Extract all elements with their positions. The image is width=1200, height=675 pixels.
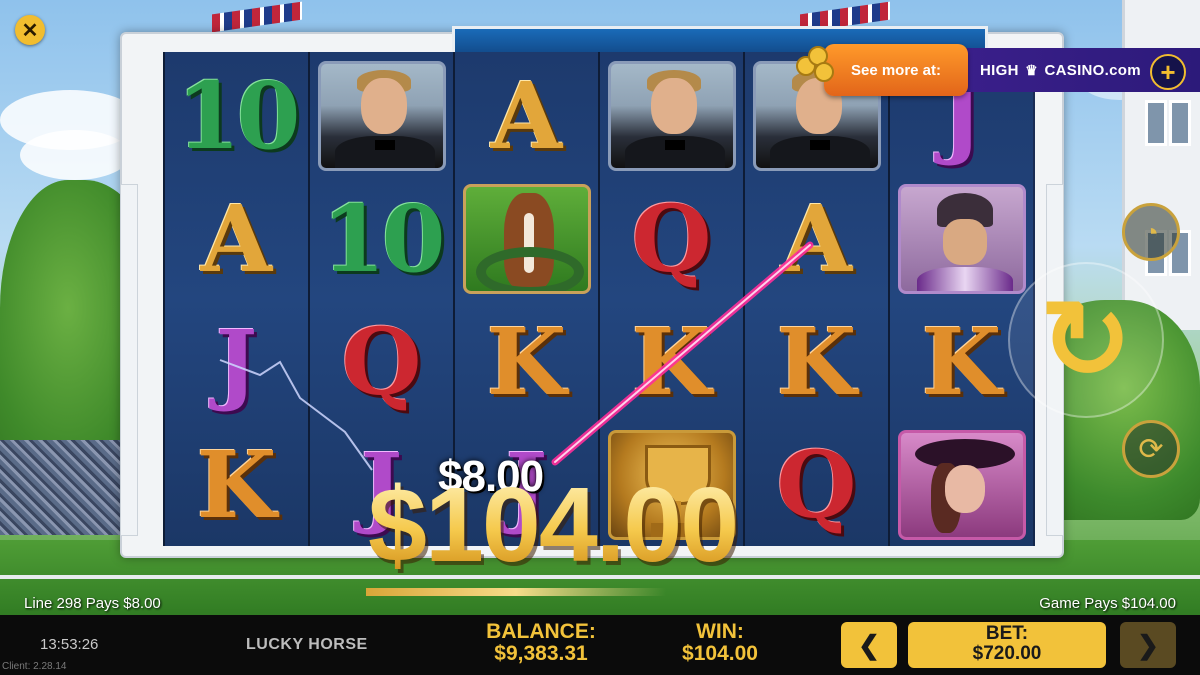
bottom-bar: 13:53:26 Client: 2.28.14 LUCKY HORSE BAL… <box>0 615 1200 675</box>
balance-value: $9,383.31 <box>494 642 588 666</box>
autoplay-button[interactable]: ⟳ <box>1122 420 1180 478</box>
symbol-text: A <box>490 62 563 170</box>
balance-label: BALANCE: <box>486 620 596 643</box>
symbol-k: K <box>602 302 741 422</box>
symbol-text: K <box>631 308 712 416</box>
symbol-q: Q <box>312 302 451 422</box>
game-title: LUCKY HORSE <box>246 636 368 653</box>
symbol-a: A <box>747 179 886 299</box>
win-underline <box>366 588 666 596</box>
win-meter: WIN: $104.00 <box>662 620 778 666</box>
jockey-icon-art <box>897 184 1026 294</box>
symbol-a: A <box>167 179 306 299</box>
portrait-man-icon <box>312 56 451 176</box>
line-pays-text: Line 298 Pays $8.00 <box>24 595 161 612</box>
balance-meter: BALANCE: $9,383.31 <box>478 620 604 666</box>
bet-increase-button[interactable]: ❯ <box>1120 622 1176 668</box>
brand-right: CASINO.com <box>1044 61 1141 79</box>
reel-6: JK <box>888 52 1033 546</box>
bet-label: BET: <box>985 623 1029 644</box>
portrait-man-icon-art <box>317 61 446 171</box>
promo-see-more-button[interactable]: See more at: <box>824 44 968 96</box>
crown-icon: ♛ <box>1025 61 1039 78</box>
symbol-text: K <box>196 431 277 539</box>
bet-decrease-button[interactable]: ❮ <box>841 622 897 668</box>
promo-brand-panel[interactable]: HIGH ♛ CASINO.com + <box>962 48 1200 92</box>
frame-pillar <box>120 184 138 536</box>
symbol-10: 10 <box>312 179 451 299</box>
spin-button[interactable]: ↻ <box>1008 262 1164 418</box>
symbol-text: Q <box>776 431 857 539</box>
symbol-text: 10 <box>176 62 300 170</box>
reel-1: 10 A J K <box>163 52 308 546</box>
reel-5: AKQ <box>743 52 888 546</box>
bet-button[interactable]: BET: $720.00 <box>908 622 1106 668</box>
bet-value: $720.00 <box>972 642 1042 664</box>
promo-banner[interactable]: HIGH ♛ CASINO.com + See more at: <box>796 44 1200 96</box>
symbol-q: Q <box>602 179 741 299</box>
promo-label: See more at: <box>850 61 942 79</box>
symbol-text: 10 <box>321 185 445 293</box>
promo-brand: HIGH ♛ CASINO.com <box>980 62 1141 79</box>
plus-button[interactable]: + <box>1150 54 1186 90</box>
portrait-man-icon <box>602 56 741 176</box>
symbol-text: A <box>780 185 853 293</box>
jockey-icon <box>892 179 1031 299</box>
close-button[interactable]: ✕ <box>15 15 45 45</box>
symbol-k: K <box>457 302 596 422</box>
symbol-text: Q <box>631 185 712 293</box>
symbol-k: K <box>167 425 306 545</box>
lady-with-hat-icon-art <box>897 430 1026 540</box>
symbol-a: A <box>457 56 596 176</box>
portrait-man-icon-art <box>607 61 736 171</box>
lady-with-hat-icon <box>892 425 1031 545</box>
coins-icon <box>794 42 838 82</box>
brand-left: HIGH <box>980 61 1019 79</box>
symbol-text: A <box>200 185 273 293</box>
symbol-text: J <box>215 310 258 414</box>
symbol-text: K <box>921 308 1002 416</box>
symbol-10: 10 <box>167 56 306 176</box>
clock: 13:53:26 <box>40 636 99 653</box>
total-win-amount: $104.00 <box>368 466 739 584</box>
symbol-q: Q <box>747 425 886 545</box>
horse-head-icon <box>457 179 596 299</box>
win-label: WIN: <box>696 620 744 643</box>
symbol-j: J <box>167 302 306 422</box>
symbol-text: K <box>776 308 857 416</box>
client-version: Client: 2.28.14 <box>2 661 67 672</box>
cloud <box>20 130 130 180</box>
game-pays-text: Game Pays $104.00 <box>1039 595 1176 612</box>
symbol-text: Q <box>341 308 422 416</box>
turbo-button[interactable]: ◔ <box>1122 203 1180 261</box>
symbol-k: K <box>747 302 886 422</box>
horse-head-icon-art <box>462 184 591 294</box>
grandstand-crowd <box>0 440 140 535</box>
win-value: $104.00 <box>682 642 758 666</box>
symbol-text: K <box>486 308 567 416</box>
